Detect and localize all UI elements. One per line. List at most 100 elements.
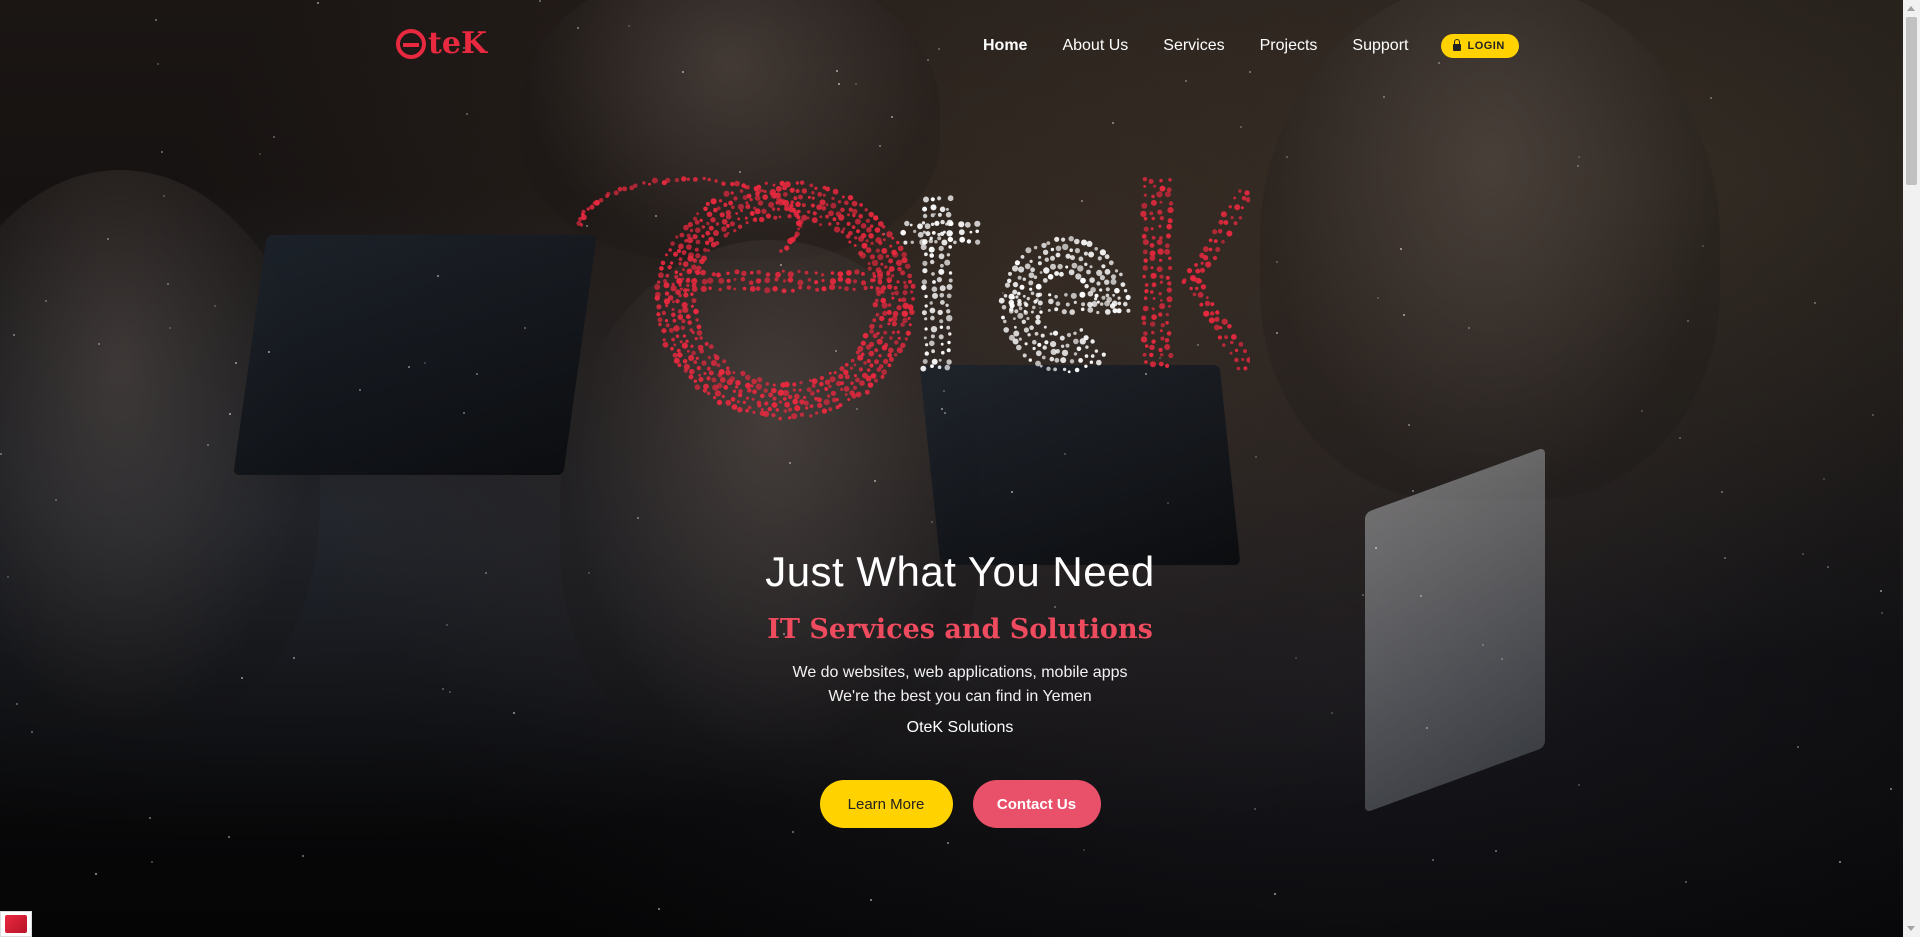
logo-particle	[847, 195, 854, 201]
logo-particle	[1246, 357, 1250, 363]
logo-particle	[705, 230, 711, 236]
logo-particle	[908, 323, 912, 327]
logo-particle	[1018, 266, 1025, 273]
logo-particle	[717, 372, 723, 378]
star-particle	[259, 153, 261, 155]
logo-particle	[712, 395, 717, 400]
learn-more-button[interactable]: Learn More	[819, 780, 953, 828]
logo-particle	[880, 336, 884, 340]
logo-particle	[869, 254, 875, 260]
logo-particle	[799, 399, 805, 405]
logo-particle	[1159, 178, 1163, 183]
logo-particle	[819, 375, 824, 381]
logo-particle	[1143, 184, 1147, 188]
logo-particle	[677, 352, 683, 358]
logo-particle	[663, 279, 668, 284]
logo-particle	[1149, 352, 1154, 358]
logo-particle	[765, 382, 770, 386]
logo-particle	[932, 280, 936, 284]
logo-particle	[1142, 177, 1148, 182]
logo-particle	[1069, 359, 1075, 364]
logo-particle	[1061, 237, 1066, 242]
nav-item-support[interactable]: Support	[1352, 37, 1408, 55]
logo-particle	[1083, 251, 1088, 256]
logo-particle	[716, 272, 721, 278]
logo-particle	[745, 185, 750, 190]
logo-particle	[1164, 338, 1170, 343]
logo-particle	[1149, 255, 1156, 261]
logo-particle	[837, 271, 844, 277]
logo-particle	[784, 181, 791, 188]
logo-particle	[922, 359, 928, 364]
logo-particle	[642, 181, 646, 185]
logo-particle	[657, 317, 663, 323]
contact-us-button[interactable]: Contact Us	[972, 780, 1101, 828]
page-scrollbar[interactable]	[1903, 0, 1920, 937]
logo-particle	[892, 310, 899, 317]
star-particle	[931, 521, 933, 523]
logo-particle	[658, 322, 662, 327]
logo-particle	[773, 215, 778, 220]
nav-item-about-us[interactable]: About Us	[1062, 37, 1128, 55]
logo-particle	[1195, 277, 1201, 284]
logo-particle	[681, 301, 688, 309]
logo-particle	[1189, 286, 1193, 291]
logo-particle	[696, 212, 700, 216]
logo-particle	[928, 238, 933, 244]
logo-particle	[1192, 292, 1197, 297]
logo-particle	[1200, 267, 1205, 273]
logo-particle	[1030, 310, 1034, 314]
logo-particle	[696, 330, 703, 336]
logo-particle	[1097, 256, 1102, 261]
logo-particle	[757, 200, 764, 206]
nav-item-home[interactable]: Home	[983, 37, 1027, 55]
star-particle	[1710, 97, 1712, 99]
logo-particle	[939, 325, 944, 329]
logo-particle	[1088, 251, 1095, 258]
logo-particle	[751, 397, 755, 401]
scroll-up-arrow-icon[interactable]	[1907, 6, 1915, 11]
logo-particle	[1014, 325, 1017, 329]
nav-item-projects[interactable]: Projects	[1260, 37, 1318, 55]
logo-particle	[859, 380, 865, 387]
logo-particle	[690, 304, 694, 308]
logo-particle	[788, 240, 793, 245]
logo-particle	[768, 201, 775, 208]
logo-particle	[1240, 206, 1244, 210]
logo-particle	[1090, 339, 1095, 344]
logo-particle	[783, 409, 788, 413]
logo-particle	[875, 312, 880, 317]
logo-particle	[1150, 321, 1156, 327]
logo-particle	[1008, 271, 1012, 276]
logo-particle	[1074, 238, 1080, 245]
scroll-thumb[interactable]	[1906, 17, 1917, 185]
logo-particle	[1008, 334, 1015, 341]
login-button[interactable]: LOGIN	[1441, 34, 1519, 58]
logo-particle	[1101, 264, 1106, 269]
logo-particle	[664, 291, 670, 296]
logo-particle	[829, 284, 836, 291]
login-label: LOGIN	[1467, 40, 1505, 52]
site-logo[interactable]: te K	[396, 26, 487, 61]
logo-particle	[901, 257, 908, 264]
logo-particle	[891, 315, 898, 322]
logo-particle	[873, 215, 879, 221]
nav-item-services[interactable]: Services	[1163, 37, 1224, 55]
logo-particle	[942, 230, 946, 234]
logo-particle	[946, 315, 953, 322]
logo-particle	[1028, 358, 1032, 362]
logo-particle	[888, 347, 894, 354]
logo-particle	[805, 406, 809, 410]
logo-particle	[1013, 330, 1020, 337]
logo-particle	[901, 251, 907, 258]
logo-particle	[868, 211, 874, 218]
logo-particle	[732, 389, 736, 393]
scroll-down-arrow-icon[interactable]	[1907, 926, 1915, 931]
logo-particle	[878, 324, 883, 328]
corner-widget[interactable]	[0, 911, 32, 937]
logo-particle	[900, 270, 906, 276]
star-particle	[1814, 302, 1816, 304]
site-header: te K Home About Us Services Projects Sup…	[0, 0, 1920, 92]
logo-particle	[817, 192, 823, 197]
logo-particle	[706, 366, 711, 371]
